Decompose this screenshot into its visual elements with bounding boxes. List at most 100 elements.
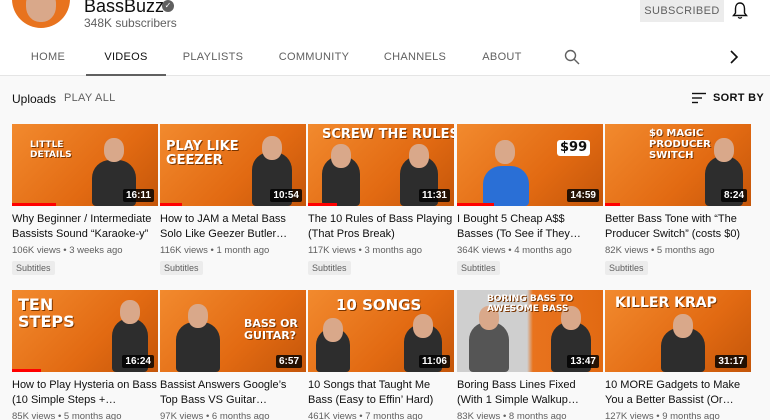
watch-progress — [160, 203, 182, 206]
video-duration: 13:47 — [567, 355, 599, 368]
video-title[interactable]: 10 MORE Gadgets to Make You a Better Bas… — [605, 378, 751, 408]
thumbnail-figure — [483, 166, 529, 206]
view-count: 82K views — [605, 245, 649, 256]
thumbnail-face — [188, 304, 208, 328]
channel-name: BassBuzz — [84, 0, 165, 16]
tab-about[interactable]: ABOUT — [474, 40, 530, 76]
video-meta: 461K views • 7 months ago — [308, 411, 423, 420]
video-duration: 11:06 — [418, 355, 450, 368]
thumbnail-text: KILLER KRAP — [615, 295, 717, 311]
video-title[interactable]: The 10 Rules of Bass Playing (That Pros … — [308, 212, 454, 242]
video-meta: 82K views • 5 months ago — [605, 245, 715, 256]
video-thumbnail[interactable]: BORING BASS TO AWESOME BASS 13:47 — [457, 290, 603, 372]
watch-progress — [308, 203, 338, 206]
view-count: 117K views — [308, 245, 356, 256]
video-thumbnail[interactable]: $99 14:59 — [457, 124, 603, 206]
channel-header: BassBuzz ✓ 348K subscribers SUBSCRIBED — [0, 0, 770, 40]
sort-icon[interactable] — [692, 92, 706, 104]
thumbnail-text: $99 — [557, 140, 591, 156]
video-thumbnail[interactable]: PLAY LIKE GEEZER 10:54 — [160, 124, 306, 206]
subscriber-count: 348K subscribers — [84, 16, 177, 30]
view-count: 83K views — [457, 411, 501, 420]
watch-progress — [12, 369, 42, 372]
subtitles-badge: Subtitles — [12, 261, 55, 275]
video-meta: 117K views • 3 months ago — [308, 245, 423, 256]
chevron-right-icon[interactable] — [728, 50, 740, 64]
watch-progress — [457, 203, 494, 206]
thumbnail-text: 10 SONGS — [336, 296, 422, 314]
thumbnail-face — [495, 140, 515, 164]
video-thumbnail[interactable]: TEN STEPS 16:24 — [12, 290, 158, 372]
video-title[interactable]: 10 Songs that Taught Me Bass (Easy to Ef… — [308, 378, 454, 408]
tab-playlists[interactable]: PLAYLISTS — [176, 40, 250, 76]
view-count: 106K views — [12, 245, 61, 256]
video-thumbnail[interactable]: BASS OR GUITAR? 6:57 — [160, 290, 306, 372]
view-count: 364K views — [457, 245, 506, 256]
video-thumbnail[interactable]: 10 SONGS 11:06 — [308, 290, 454, 372]
thumbnail-text: SCREW THE RULES — [322, 127, 454, 142]
view-count: 97K views — [160, 411, 204, 420]
video-title[interactable]: Boring Bass Lines Fixed (With 1 Simple W… — [457, 378, 603, 408]
upload-age: 8 months ago — [508, 411, 567, 420]
thumbnail-figure — [176, 322, 220, 372]
video-meta: 127K views • 9 months ago — [605, 411, 720, 420]
video-title[interactable]: Better Bass Tone with “The Producer Swit… — [605, 212, 751, 242]
video-title[interactable]: How to JAM a Metal Bass Solo Like Geezer… — [160, 212, 306, 242]
video-thumbnail[interactable]: KILLER KRAP 31:17 — [605, 290, 751, 372]
thumbnail-face — [413, 314, 433, 338]
tab-channels[interactable]: CHANNELS — [378, 40, 452, 76]
play-all-button[interactable]: PLAY ALL — [64, 92, 116, 104]
uploads-label: Uploads — [12, 92, 57, 106]
thumbnail-face — [331, 144, 351, 168]
video-meta: 116K views • 1 month ago — [160, 245, 270, 256]
video-title[interactable]: Why Beginner / Intermediate Bassists Sou… — [12, 212, 158, 242]
subtitles-badge: Subtitles — [605, 261, 648, 275]
video-meta: 364K views • 4 months ago — [457, 245, 572, 256]
channel-tabs: HOME VIDEOS PLAYLISTS COMMUNITY CHANNELS… — [0, 40, 770, 76]
verified-icon: ✓ — [162, 0, 174, 12]
upload-age: 3 weeks ago — [69, 245, 123, 256]
video-duration: 6:57 — [275, 355, 302, 368]
video-title[interactable]: I Bought 5 Cheap A$$ Basses (To See if T… — [457, 212, 603, 242]
video-title[interactable]: Bassist Answers Google’s Top Bass VS Gui… — [160, 378, 306, 408]
thumbnail-face — [104, 138, 124, 162]
video-duration: 11:31 — [418, 189, 450, 202]
view-count: 85K views — [12, 411, 56, 420]
search-icon[interactable] — [564, 49, 580, 65]
thumbnail-face — [409, 144, 429, 168]
video-thumbnail[interactable]: LITTLE DETAILS 16:11 — [12, 124, 158, 206]
video-title[interactable]: How to Play Hysteria on Bass (10 Simple … — [12, 378, 158, 408]
upload-age: 4 months ago — [514, 245, 572, 256]
video-duration: 10:54 — [270, 189, 302, 202]
thumbnail-text: PLAY LIKE GEEZER — [166, 139, 239, 168]
upload-age: 5 months ago — [656, 245, 715, 256]
avatar-face — [26, 0, 56, 22]
watch-progress — [12, 203, 56, 206]
video-thumbnail[interactable]: SCREW THE RULES 11:31 — [308, 124, 454, 206]
video-duration: 16:24 — [122, 355, 154, 368]
subscribed-button[interactable]: SUBSCRIBED — [640, 0, 724, 22]
video-duration: 8:24 — [720, 189, 747, 202]
bell-icon[interactable] — [732, 2, 748, 20]
video-meta: 83K views • 8 months ago — [457, 411, 567, 420]
view-count: 116K views — [160, 245, 208, 256]
thumbnail-text: BORING BASS TO AWESOME BASS — [487, 294, 574, 314]
upload-age: 5 months ago — [63, 411, 122, 420]
thumbnail-face — [262, 136, 282, 160]
subtitles-badge: Subtitles — [160, 261, 203, 275]
sort-by-button[interactable]: SORT BY — [713, 92, 764, 104]
thumbnail-text: LITTLE DETAILS — [30, 140, 72, 160]
upload-age: 7 months ago — [365, 411, 423, 420]
video-duration: 31:17 — [715, 355, 747, 368]
video-duration: 14:59 — [567, 189, 599, 202]
upload-age: 1 month ago — [216, 245, 270, 256]
video-meta: 106K views • 3 weeks ago — [12, 245, 123, 256]
channel-avatar[interactable] — [12, 0, 70, 28]
thumbnail-text: BASS OR GUITAR? — [244, 317, 298, 342]
tab-home[interactable]: HOME — [20, 40, 76, 76]
video-thumbnail[interactable]: $0 MAGIC PRODUCER SWITCH 8:24 — [605, 124, 751, 206]
upload-age: 9 months ago — [662, 411, 720, 420]
tab-videos[interactable]: VIDEOS — [86, 40, 166, 76]
upload-age: 3 months ago — [364, 245, 423, 256]
tab-community[interactable]: COMMUNITY — [272, 40, 356, 76]
